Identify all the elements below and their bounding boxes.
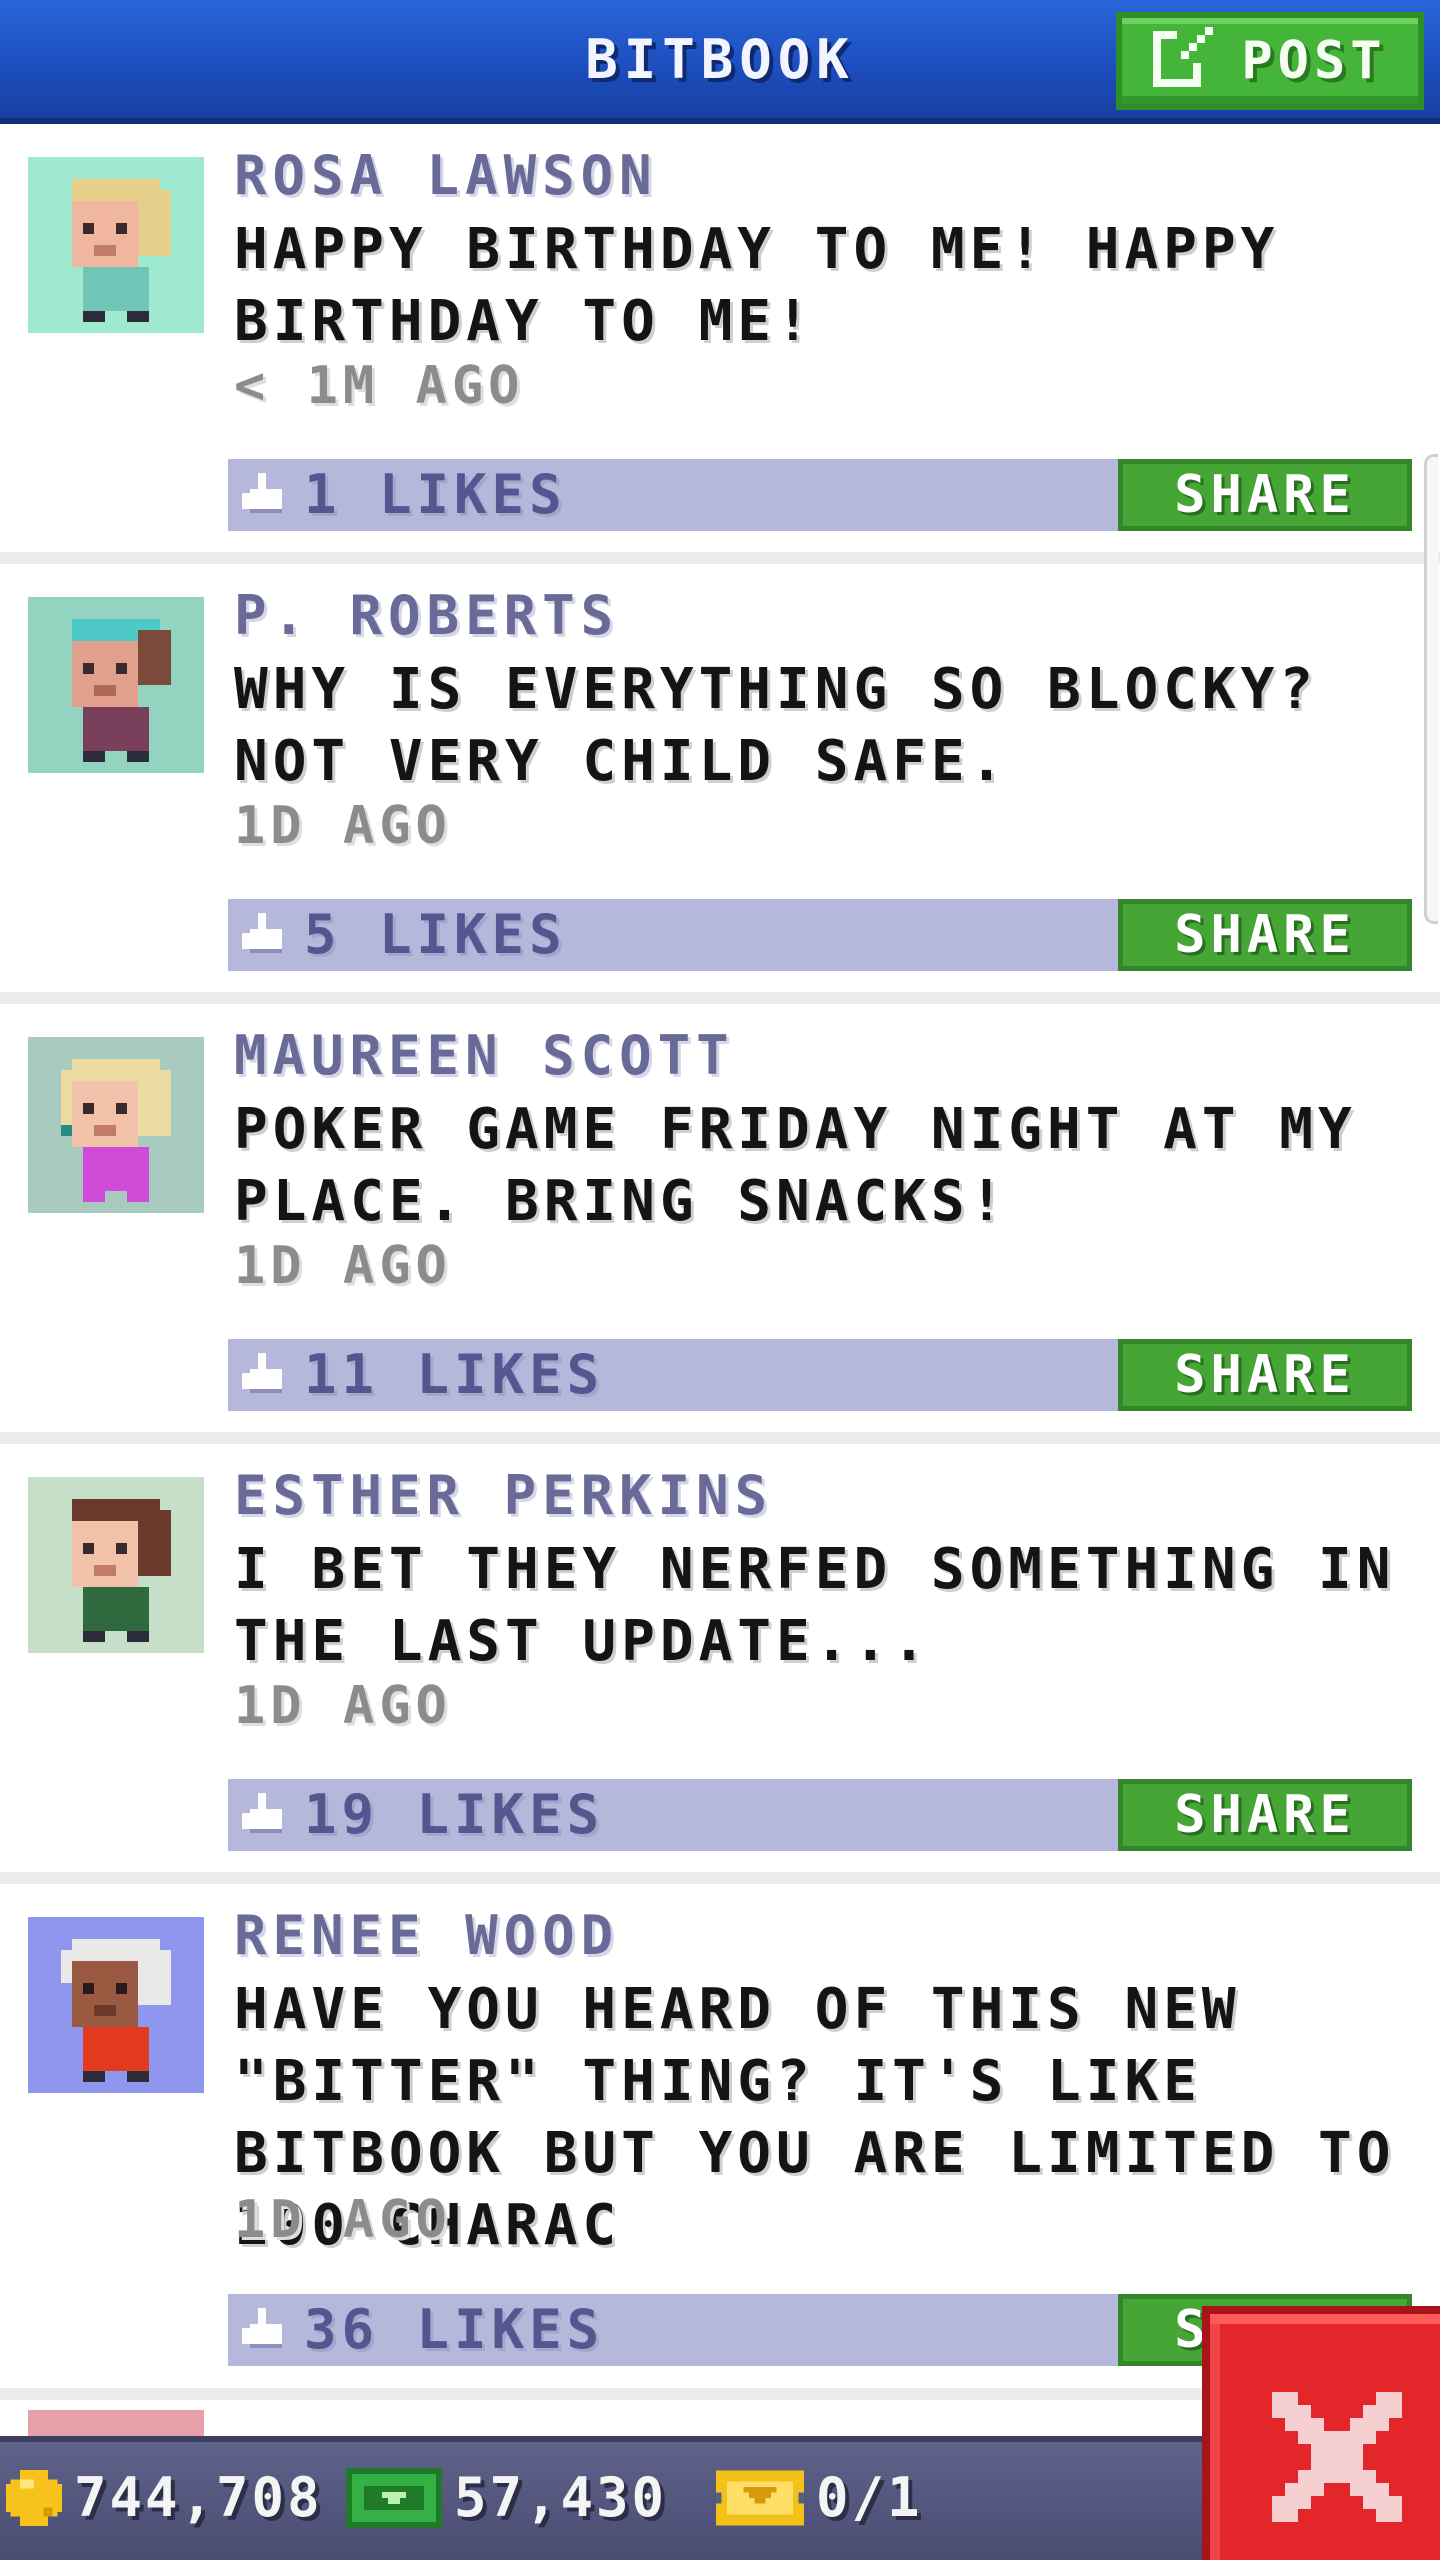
likes-count: 1 LIKES (304, 463, 567, 526)
bux-stat: 57,430 (346, 2466, 667, 2529)
post-author[interactable]: ESTHER PERKINS (234, 1464, 773, 1527)
likes-bar: 5 LIKES SHARE (228, 899, 1412, 971)
likes-bar: 1 LIKES SHARE (228, 459, 1412, 531)
avatar[interactable] (28, 1477, 204, 1653)
compose-icon (1153, 23, 1217, 100)
thumbs-up-icon[interactable] (242, 473, 286, 517)
likes-bar: 11 LIKES SHARE (228, 1339, 1412, 1411)
post-time: 1D AGO (234, 1236, 452, 1296)
app-header: BITBOOK POST (0, 0, 1440, 124)
likes-count: 5 LIKES (304, 903, 567, 966)
tickets-stat: 0/1 (716, 2466, 923, 2529)
tickets-count: 0/1 (816, 2466, 923, 2529)
post-message: I BET THEY NERFED SOMETHING IN THE LAST … (234, 1537, 1396, 1674)
avatar[interactable] (28, 2410, 204, 2436)
avatar[interactable] (28, 597, 204, 773)
feed-post: MAUREEN SCOTT POKER GAME FRIDAY NIGHT AT… (0, 1004, 1440, 1432)
coin-icon (6, 2469, 62, 2526)
feed-post: ROSA LAWSON HAPPY BIRTHDAY TO ME! HAPPY … (0, 124, 1440, 552)
likes-count: 19 LIKES (304, 1783, 605, 1846)
share-button[interactable]: SHARE (1118, 1779, 1412, 1851)
share-button[interactable]: SHARE (1118, 899, 1412, 971)
ticket-icon (716, 2470, 804, 2526)
post-author[interactable]: ROSA LAWSON (234, 144, 658, 207)
avatar[interactable] (28, 1917, 204, 2093)
feed-post: ESTHER PERKINS I BET THEY NERFED SOMETHI… (0, 1444, 1440, 1872)
feed-list[interactable]: ROSA LAWSON HAPPY BIRTHDAY TO ME! HAPPY … (0, 124, 1440, 2436)
post-time: < 1M AGO (234, 356, 525, 416)
post-button[interactable]: POST (1116, 12, 1424, 110)
post-author[interactable]: RENEE WOOD (234, 1904, 619, 1967)
thumbs-up-icon[interactable] (242, 913, 286, 957)
feed-post: P. ROBERTS WHY IS EVERYTHING SO BLOCKY? … (0, 564, 1440, 992)
thumbs-up-icon[interactable] (242, 2308, 286, 2352)
post-author[interactable]: MAUREEN SCOTT (234, 1024, 735, 1087)
post-button-label: POST (1241, 31, 1387, 91)
post-time: 1D AGO (234, 796, 452, 856)
likes-bar: 19 LIKES SHARE (228, 1779, 1412, 1851)
avatar[interactable] (28, 1037, 204, 1213)
coins-stat: 744,708 (6, 2466, 323, 2529)
post-message: POKER GAME FRIDAY NIGHT AT MY PLACE. BRI… (234, 1097, 1357, 1234)
bux-count: 57,430 (454, 2466, 668, 2529)
likes-count: 11 LIKES (304, 1343, 605, 1406)
close-button[interactable] (1202, 2306, 1440, 2560)
bux-icon (346, 2467, 442, 2528)
share-button[interactable]: SHARE (1118, 459, 1412, 531)
post-author[interactable]: P. ROBERTS (234, 584, 619, 647)
scrollbar[interactable] (1424, 454, 1438, 924)
post-message: HAPPY BIRTHDAY TO ME! HAPPY BIRTHDAY TO … (234, 217, 1280, 354)
likes-count: 36 LIKES (304, 2298, 605, 2361)
post-time: 1D AGO (234, 2190, 452, 2250)
post-time: 1D AGO (234, 1676, 452, 1736)
coins-count: 744,708 (74, 2466, 323, 2529)
thumbs-up-icon[interactable] (242, 1353, 286, 1397)
avatar[interactable] (28, 157, 204, 333)
share-button[interactable]: SHARE (1118, 1339, 1412, 1411)
post-message: WHY IS EVERYTHING SO BLOCKY? NOT VERY CH… (234, 657, 1319, 794)
thumbs-up-icon[interactable] (242, 1793, 286, 1837)
